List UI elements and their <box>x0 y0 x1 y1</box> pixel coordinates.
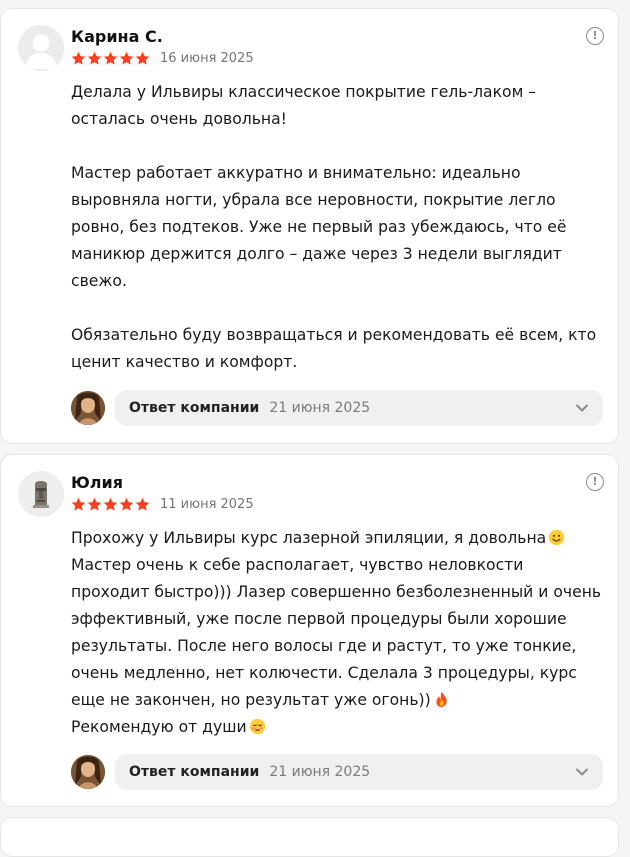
chevron-down-icon <box>576 768 588 776</box>
star-icon <box>135 497 150 511</box>
review-text-part: Рекомендую от души <box>71 718 247 736</box>
default-user-avatar-icon <box>18 25 64 71</box>
review-meta: 11 июня 2025 <box>71 495 254 513</box>
company-reply-label: Ответ компании <box>129 400 260 416</box>
review-date: 16 июня 2025 <box>160 50 254 66</box>
report-info-icon[interactable]: ! <box>586 473 604 491</box>
company-reply-date: 21 июня 2025 <box>269 764 371 780</box>
review-card-partial <box>0 817 619 857</box>
review-meta: 16 июня 2025 <box>71 49 254 67</box>
rating-stars <box>71 51 150 66</box>
star-icon <box>71 497 86 511</box>
review-author[interactable]: Юлия <box>71 473 123 492</box>
user-avatar[interactable] <box>18 471 64 517</box>
company-avatar <box>71 755 105 789</box>
review-card: Карина С. 16 июня 2025 ! Делала у Ильвир… <box>0 8 619 444</box>
review-card: Юлия 11 июня 2025 ! Прохожу у Ильвиры ку… <box>0 454 619 807</box>
star-icon <box>71 51 86 65</box>
company-photo-icon <box>71 391 105 425</box>
star-icon <box>119 497 134 511</box>
company-reply: Ответ компании 21 июня 2025 <box>71 754 603 790</box>
review-text: Делала у Ильвиры классическое покрытие г… <box>71 79 606 376</box>
star-icon <box>103 51 118 65</box>
review-paragraph: Обязательно буду возвращаться и рекоменд… <box>71 326 597 371</box>
review-date: 11 июня 2025 <box>160 496 254 512</box>
company-reply: Ответ компании 21 июня 2025 <box>71 390 603 426</box>
review-paragraph: Делала у Ильвиры классическое покрытие г… <box>71 83 537 128</box>
company-reply-label: Ответ компании <box>129 764 260 780</box>
rating-stars <box>71 497 150 512</box>
review-paragraph: Мастер работает аккуратно и внимательно:… <box>71 164 567 290</box>
review-text-part: Мастер очень к себе располагает, чувство… <box>71 556 602 709</box>
review-text: Прохожу у Ильвиры курс лазерной эпиляции… <box>71 525 606 741</box>
report-info-icon[interactable]: ! <box>586 27 604 45</box>
company-reply-toggle[interactable]: Ответ компании 21 июня 2025 <box>115 390 603 426</box>
reviews-feed: Карина С. 16 июня 2025 ! Делала у Ильвир… <box>0 0 630 857</box>
smiling-face-emoji-icon <box>549 529 565 546</box>
fire-emoji-icon <box>436 691 447 708</box>
moai-statue-avatar-icon <box>18 471 64 517</box>
star-icon <box>103 497 118 511</box>
star-icon <box>87 497 102 511</box>
star-icon <box>87 51 102 65</box>
company-reply-date: 21 июня 2025 <box>269 400 371 416</box>
review-text-part: Прохожу у Ильвиры курс лазерной эпиляции… <box>71 529 547 547</box>
star-icon <box>119 51 134 65</box>
company-avatar <box>71 391 105 425</box>
chevron-down-icon <box>576 404 588 412</box>
company-photo-icon <box>71 755 105 789</box>
star-icon <box>135 51 150 65</box>
review-author[interactable]: Карина С. <box>71 27 163 46</box>
user-avatar[interactable] <box>18 25 64 71</box>
relieved-face-emoji-icon <box>249 718 265 735</box>
company-reply-toggle[interactable]: Ответ компании 21 июня 2025 <box>115 754 603 790</box>
